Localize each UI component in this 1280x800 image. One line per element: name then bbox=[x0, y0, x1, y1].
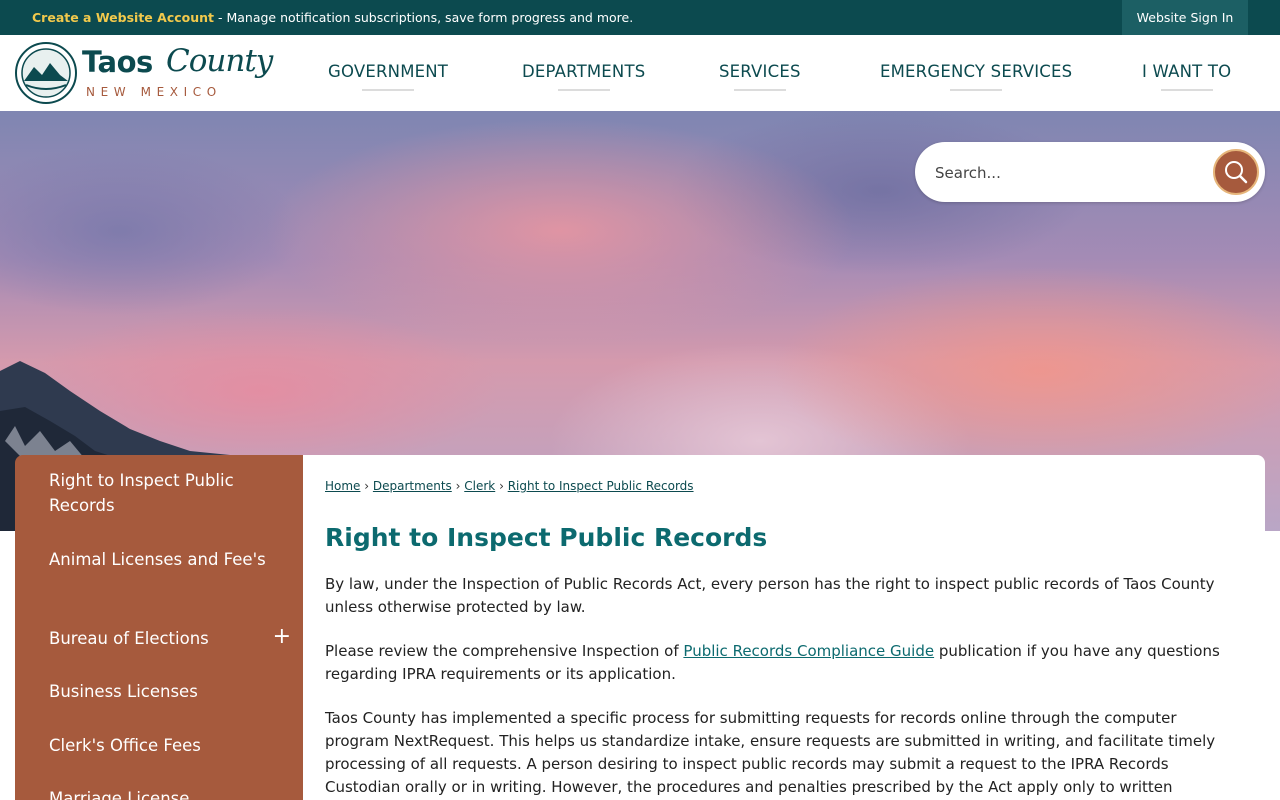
county-seal-icon bbox=[15, 42, 77, 104]
site-search bbox=[915, 142, 1265, 202]
taos-county-logo[interactable]: Taos County NEW MEXICO bbox=[14, 41, 274, 105]
search-button[interactable] bbox=[1213, 149, 1259, 195]
nextrequest-paragraph: Taos County has implemented a specific p… bbox=[325, 709, 1216, 796]
compliance-guide-link[interactable]: Public Records Compliance Guide bbox=[683, 642, 934, 660]
account-message: Create a Website Account - Manage notifi… bbox=[32, 10, 633, 25]
breadcrumb-current[interactable]: Right to Inspect Public Records bbox=[508, 479, 694, 493]
breadcrumb-separator: › bbox=[364, 479, 370, 493]
sidebar-item-bureau-of-elections[interactable]: Bureau of Elections bbox=[49, 626, 269, 651]
sidebar-item-clerks-office-fees[interactable]: Clerk's Office Fees bbox=[49, 733, 269, 758]
para2-text-before: Please review the comprehensive Inspecti… bbox=[325, 642, 684, 660]
nav-i-want-to[interactable]: I WANT TO bbox=[1142, 62, 1232, 91]
main-content: Home › Departments › Clerk › Right to In… bbox=[303, 455, 1265, 800]
page-title: Right to Inspect Public Records bbox=[325, 523, 768, 552]
nav-i-want-to-label: I WANT TO bbox=[1142, 62, 1232, 81]
breadcrumb: Home › Departments › Clerk › Right to In… bbox=[325, 479, 694, 493]
breadcrumb-clerk[interactable]: Clerk bbox=[464, 479, 495, 493]
breadcrumb-departments[interactable]: Departments bbox=[373, 479, 452, 493]
nav-services-label: SERVICES bbox=[719, 62, 801, 81]
breadcrumb-separator: › bbox=[455, 479, 461, 493]
logo-name-county: County bbox=[166, 43, 273, 79]
sidebar-item-right-to-inspect[interactable]: Right to Inspect Public Records bbox=[49, 468, 269, 518]
nav-departments[interactable]: DEPARTMENTS bbox=[522, 62, 646, 91]
sidebar-item-animal-licenses[interactable]: Animal Licenses and Fee's bbox=[49, 547, 269, 572]
compliance-guide-paragraph: Please review the comprehensive Inspecti… bbox=[325, 640, 1235, 686]
create-account-link[interactable]: Create a Website Account bbox=[32, 10, 214, 25]
nav-underline bbox=[733, 89, 786, 91]
search-icon bbox=[1225, 161, 1248, 184]
nav-underline bbox=[557, 89, 610, 91]
nav-emergency-services-label: EMERGENCY SERVICES bbox=[880, 62, 1073, 81]
nav-government[interactable]: GOVERNMENT bbox=[328, 62, 449, 91]
logo-name-taos: Taos bbox=[82, 45, 153, 79]
breadcrumb-separator: › bbox=[499, 479, 504, 493]
sidebar-item-business-licenses[interactable]: Business Licenses bbox=[49, 679, 269, 704]
search-input[interactable] bbox=[933, 158, 1207, 188]
expand-plus-icon[interactable]: + bbox=[273, 626, 291, 648]
sidebar-nav: Right to Inspect Public Records Animal L… bbox=[15, 455, 303, 800]
nav-services[interactable]: SERVICES bbox=[719, 62, 801, 91]
nav-underline bbox=[1160, 89, 1213, 91]
nav-emergency-services[interactable]: EMERGENCY SERVICES bbox=[880, 62, 1073, 91]
logo-subtitle: NEW MEXICO bbox=[86, 85, 222, 99]
intro-paragraph: By law, under the Inspection of Public R… bbox=[325, 575, 1215, 616]
nav-departments-label: DEPARTMENTS bbox=[522, 62, 646, 81]
sidebar-item-marriage-license[interactable]: Marriage License bbox=[49, 786, 269, 800]
nav-government-label: GOVERNMENT bbox=[328, 62, 449, 81]
breadcrumb-home[interactable]: Home bbox=[325, 479, 360, 493]
site-header: Taos County NEW MEXICO GOVERNMENT DEPART… bbox=[0, 35, 1280, 111]
create-account-description: - Manage notification subscriptions, sav… bbox=[214, 10, 634, 25]
website-sign-in-button[interactable]: Website Sign In bbox=[1122, 0, 1248, 35]
nav-underline bbox=[950, 89, 1003, 91]
nav-underline bbox=[362, 89, 415, 91]
top-utility-bar: Create a Website Account - Manage notifi… bbox=[0, 0, 1280, 35]
